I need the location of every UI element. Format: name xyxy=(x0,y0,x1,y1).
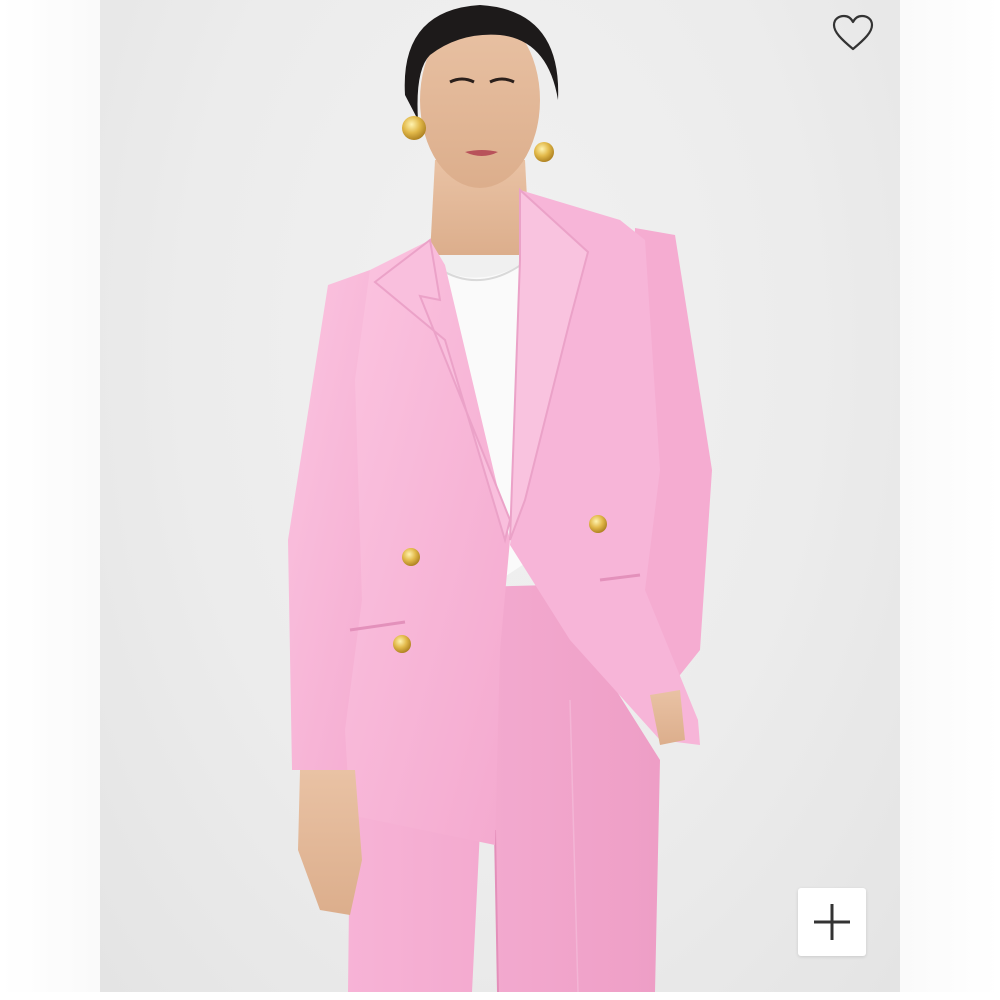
left-hand xyxy=(298,770,362,915)
blazer-button xyxy=(402,548,420,566)
favorite-button[interactable] xyxy=(826,8,880,58)
right-margin xyxy=(900,0,1000,1000)
left-margin xyxy=(0,0,100,1000)
bottom-edge xyxy=(0,992,1000,1000)
product-photo[interactable] xyxy=(100,0,900,992)
model-illustration xyxy=(288,5,712,992)
blazer-button xyxy=(393,635,411,653)
plus-icon xyxy=(814,904,850,940)
right-hand xyxy=(650,690,685,745)
product-image-viewer xyxy=(0,0,1000,1000)
earring xyxy=(402,116,426,140)
heart-outline-icon xyxy=(832,14,874,51)
zoom-button[interactable] xyxy=(798,888,866,956)
earring xyxy=(534,142,554,162)
blazer-button xyxy=(589,515,607,533)
